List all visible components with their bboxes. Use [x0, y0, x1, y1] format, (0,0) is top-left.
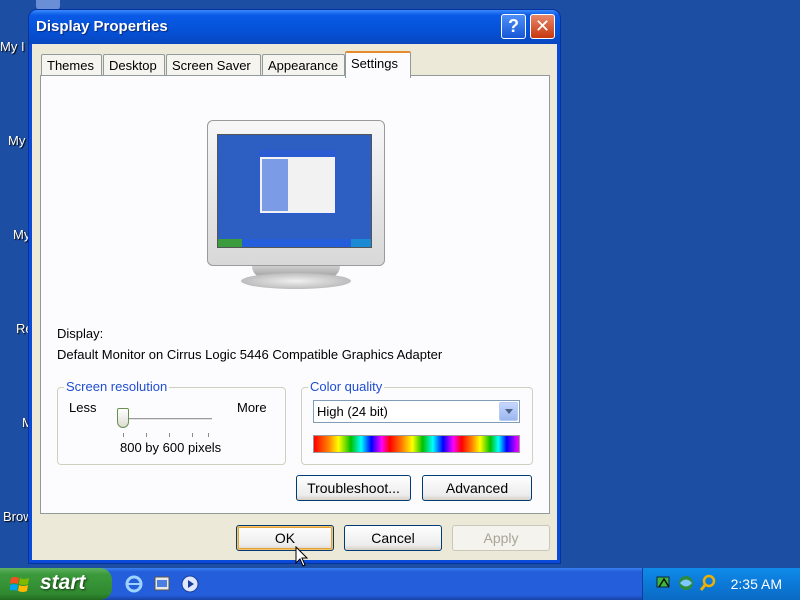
display-properties-window: Display Properties ? ✕ Themes Desktop Sc…: [29, 10, 560, 563]
tray-device-icon[interactable]: [655, 574, 673, 592]
slider-tick: [146, 433, 147, 437]
system-tray: 2:35 AM: [642, 568, 800, 600]
color-quality-label: Color quality: [308, 379, 385, 394]
screen-resolution-label: Screen resolution: [64, 379, 170, 394]
media-player-icon[interactable]: [180, 574, 200, 594]
tab-desktop[interactable]: Desktop: [103, 54, 165, 76]
desktop-icon-my-network[interactable]: My: [13, 227, 30, 242]
advanced-button[interactable]: Advanced: [422, 475, 532, 501]
monitor-preview-screen: [217, 134, 372, 248]
windows-logo-icon: [10, 577, 29, 592]
help-icon: ?: [508, 16, 519, 36]
clock[interactable]: 2:35 AM: [731, 576, 782, 592]
start-button[interactable]: start: [0, 568, 112, 600]
desktop-icon-my-documents[interactable]: My I: [0, 39, 25, 54]
show-desktop-icon[interactable]: [152, 574, 172, 594]
tab-themes[interactable]: Themes: [41, 54, 102, 76]
slider-tick: [192, 433, 193, 437]
desktop-icon-my-computer[interactable]: My: [8, 133, 25, 148]
color-quality-value: High (24 bit): [317, 404, 388, 419]
tab-settings[interactable]: Settings: [345, 51, 411, 78]
desktop-icon-top[interactable]: [36, 0, 60, 10]
mouse-cursor-icon: [295, 546, 309, 567]
troubleshoot-button[interactable]: Troubleshoot...: [296, 475, 411, 501]
settings-tab-panel: Display: Default Monitor on Cirrus Logic…: [40, 75, 550, 514]
taskbar: start 2:35 AM: [0, 568, 800, 600]
preview-taskbar: [218, 239, 371, 247]
screen-resolution-group: Screen resolution Less More 800 by 600 p…: [57, 380, 286, 465]
cancel-button[interactable]: Cancel: [344, 525, 442, 551]
slider-tick: [123, 433, 124, 437]
chevron-down-icon[interactable]: [499, 402, 518, 421]
apply-button[interactable]: Apply: [452, 525, 550, 551]
window-title: Display Properties: [36, 18, 168, 35]
display-device-name: Default Monitor on Cirrus Logic 5446 Com…: [57, 347, 443, 362]
color-spectrum-bar: [313, 435, 520, 453]
start-label: start: [40, 571, 86, 594]
tray-search-icon[interactable]: [699, 574, 717, 592]
slider-tick: [208, 433, 209, 437]
resolution-value: 800 by 600 pixels: [120, 440, 222, 455]
tray-network-icon[interactable]: [676, 574, 696, 592]
resolution-less-label: Less: [69, 400, 97, 415]
close-icon: ✕: [534, 16, 551, 36]
display-label: Display:: [57, 326, 104, 341]
preview-window: [259, 150, 336, 214]
close-button[interactable]: ✕: [530, 14, 555, 39]
ok-button[interactable]: OK: [236, 525, 334, 551]
tab-screen-saver[interactable]: Screen Saver: [166, 54, 261, 76]
resolution-slider-thumb[interactable]: [117, 408, 129, 428]
title-bar[interactable]: Display Properties ? ✕: [29, 10, 560, 44]
resolution-slider-track[interactable]: [121, 418, 212, 421]
internet-explorer-icon[interactable]: [124, 574, 144, 594]
dialog-client-area: Themes Desktop Screen Saver Appearance S…: [32, 44, 557, 560]
slider-tick: [169, 433, 170, 437]
tab-appearance[interactable]: Appearance: [262, 54, 345, 76]
monitor-preview: [207, 120, 385, 266]
resolution-more-label: More: [237, 400, 267, 415]
help-button[interactable]: ?: [501, 14, 526, 39]
color-quality-group: Color quality High (24 bit): [301, 380, 533, 465]
color-quality-select[interactable]: High (24 bit): [313, 400, 520, 423]
monitor-stand-base: [241, 273, 351, 289]
